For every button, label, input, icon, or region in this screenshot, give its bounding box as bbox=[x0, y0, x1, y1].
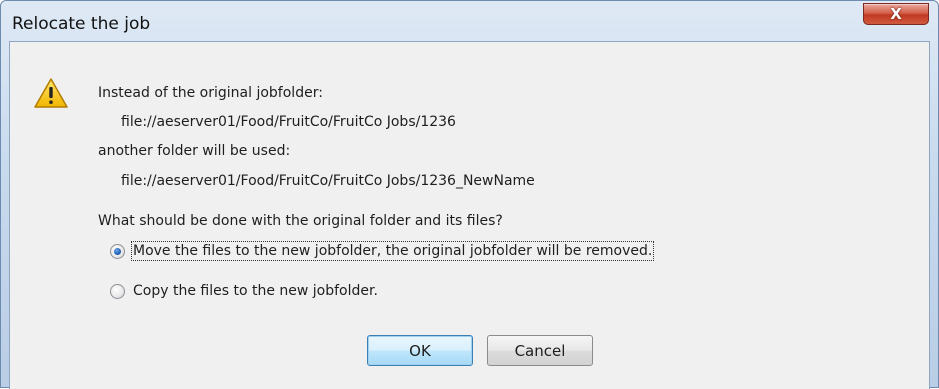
new-path-text: file://aeserver01/Food/FruitCo/FruitCo J… bbox=[121, 173, 535, 189]
copy-files-label[interactable]: Copy the files to the new jobfolder. bbox=[133, 283, 378, 299]
dialog-title: Relocate the job bbox=[12, 14, 151, 34]
message-line-original: Instead of the original jobfolder: bbox=[98, 85, 323, 101]
cancel-button[interactable]: Cancel bbox=[487, 335, 593, 366]
close-button[interactable]: X bbox=[863, 3, 929, 25]
ok-button[interactable]: OK bbox=[367, 335, 473, 366]
warning-icon bbox=[34, 78, 68, 108]
move-files-option[interactable]: Move the files to the new jobfolder, the… bbox=[110, 241, 655, 261]
original-path-text: file://aeserver01/Food/FruitCo/FruitCo J… bbox=[121, 114, 456, 130]
message-line-new: another folder will be used: bbox=[98, 143, 291, 159]
dialog-window: Relocate the job X Instead of the origin… bbox=[0, 0, 939, 389]
copy-files-option[interactable]: Copy the files to the new jobfolder. bbox=[110, 283, 378, 299]
copy-files-radio[interactable] bbox=[110, 283, 125, 299]
close-icon: X bbox=[890, 4, 902, 23]
move-files-radio[interactable] bbox=[110, 243, 125, 259]
move-files-label[interactable]: Move the files to the new jobfolder, the… bbox=[130, 241, 655, 261]
question-text: What should be done with the original fo… bbox=[98, 213, 503, 229]
title-bar[interactable]: Relocate the job X bbox=[1, 1, 938, 41]
dialog-body: Instead of the original jobfolder: file:… bbox=[9, 41, 930, 389]
